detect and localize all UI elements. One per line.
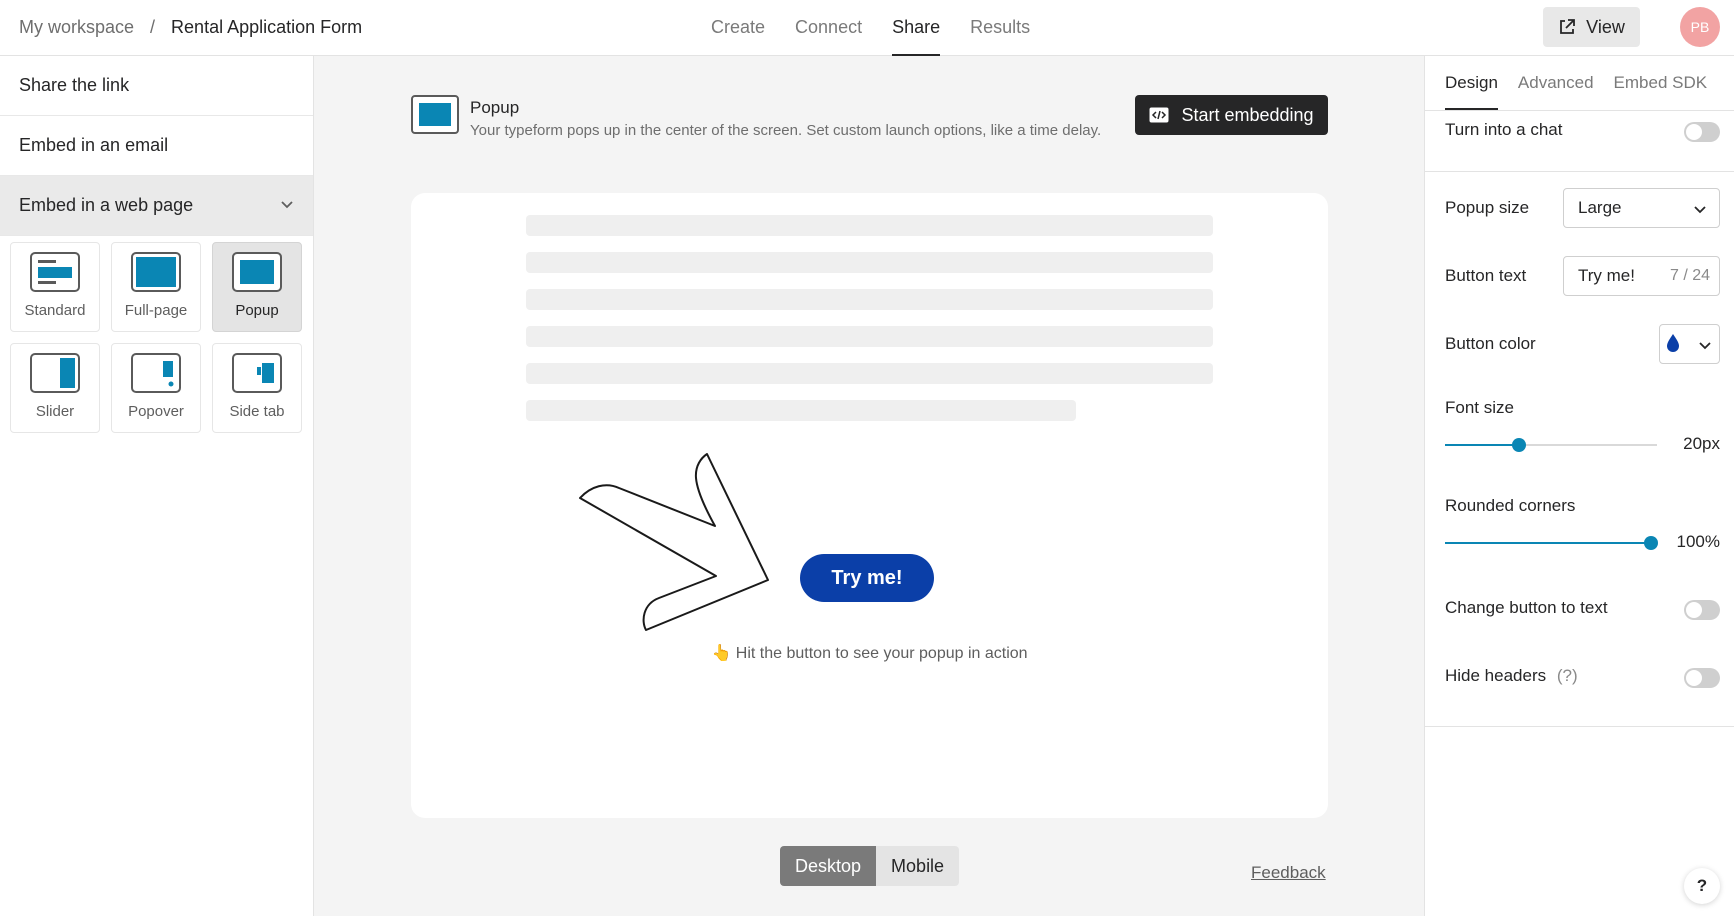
turn-into-chat-toggle[interactable] (1684, 122, 1720, 142)
nav-results[interactable]: Results (970, 0, 1030, 56)
mode-standard[interactable]: Standard (10, 242, 100, 332)
button-color-label: Button color (1445, 334, 1536, 353)
placeholder-line (526, 252, 1213, 273)
tab-advanced[interactable]: Advanced (1518, 56, 1594, 110)
sidebar-item-share-link[interactable]: Share the link (0, 56, 313, 116)
start-embedding-button[interactable]: Start embedding (1135, 95, 1328, 135)
button-text-value: Try me! (1578, 266, 1635, 285)
rounded-corners-label: Rounded corners (1445, 496, 1576, 515)
divider (1425, 726, 1734, 727)
device-toggle: Desktop Mobile (780, 846, 960, 886)
placeholder-line (526, 326, 1213, 347)
popup-size-label: Popup size (1445, 198, 1530, 217)
hide-headers-hint[interactable]: (?) (1557, 666, 1578, 685)
embed-mode-grid: Standard Full-page Popup Slider Popover … (0, 236, 313, 439)
popup-size-select[interactable]: Large (1563, 188, 1720, 228)
main-nav: Create Connect Share Results (711, 0, 1030, 56)
mode-label: Standard (24, 302, 86, 319)
mode-side-tab[interactable]: Side tab (212, 343, 302, 433)
mode-label: Side tab (229, 403, 285, 420)
external-link-icon (1560, 19, 1576, 34)
arrow-illustration-icon (579, 453, 769, 631)
standard-embed-icon (30, 252, 80, 292)
chevron-down-icon (1694, 206, 1706, 214)
turn-into-chat-label: Turn into a chat (1445, 120, 1563, 139)
settings-panel: Design Advanced Embed SDK Turn into a ch… (1424, 56, 1734, 916)
mode-slider[interactable]: Slider (10, 343, 100, 433)
feedback-link[interactable]: Feedback (1251, 863, 1326, 883)
hide-headers-text: Hide headers (1445, 666, 1547, 685)
placeholder-line (526, 400, 1076, 421)
slider-thumb[interactable] (1512, 438, 1526, 452)
change-button-toggle[interactable] (1684, 600, 1720, 620)
code-icon (1149, 107, 1169, 123)
change-button-label: Change button to text (1445, 598, 1608, 617)
avatar[interactable]: PB (1680, 7, 1720, 47)
device-mobile-button[interactable]: Mobile (876, 846, 960, 886)
preview-area: Popup Your typeform pops up in the cente… (314, 56, 1424, 916)
breadcrumb-separator: / (150, 17, 156, 37)
nav-share[interactable]: Share (892, 0, 941, 56)
view-button[interactable]: View (1543, 7, 1640, 47)
sidebar-item-label: Embed in a web page (19, 195, 194, 215)
popover-embed-icon (131, 353, 181, 393)
color-drop-icon (1667, 334, 1679, 352)
top-bar: My workspace / Rental Application Form C… (0, 0, 1734, 56)
hide-headers-toggle[interactable] (1684, 668, 1720, 688)
hide-headers-label: Hide headers (?) (1445, 666, 1578, 686)
font-size-slider[interactable] (1445, 438, 1657, 452)
embed-type-title: Popup (470, 98, 520, 117)
button-color-picker[interactable] (1659, 324, 1720, 364)
slider-fill (1445, 444, 1519, 446)
mode-label: Popup (235, 302, 279, 319)
breadcrumb: My workspace / Rental Application Form (19, 17, 362, 38)
preview-hint: 👆 Hit the button to see your popup in ac… (711, 645, 1028, 662)
placeholder-line (526, 363, 1213, 384)
placeholder-line (526, 289, 1213, 310)
device-desktop-button[interactable]: Desktop (780, 846, 877, 886)
mode-label: Full-page (124, 302, 188, 319)
mode-label: Popover (128, 403, 184, 420)
slider-thumb[interactable] (1644, 536, 1658, 550)
rounded-corners-slider[interactable] (1445, 536, 1658, 550)
sidebar-item-embed-web[interactable]: Embed in a web page (0, 176, 313, 236)
button-text-counter: 7 / 24 (1669, 267, 1710, 284)
chevron-down-icon (1699, 342, 1711, 350)
popup-embed-icon (232, 252, 282, 292)
nav-connect[interactable]: Connect (795, 0, 862, 56)
rounded-corners-value: 100% (1676, 532, 1720, 551)
try-me-button[interactable]: Try me! (800, 554, 934, 602)
view-label: View (1586, 16, 1625, 37)
tab-embed-sdk[interactable]: Embed SDK (1614, 56, 1708, 110)
popup-icon (411, 95, 459, 134)
start-embedding-label: Start embedding (1181, 104, 1314, 125)
mode-popover[interactable]: Popover (111, 343, 201, 433)
mode-popup[interactable]: Popup (212, 242, 302, 332)
placeholder-line (526, 215, 1213, 236)
mode-label: Slider (35, 403, 75, 420)
slider-embed-icon (30, 353, 80, 393)
chevron-down-icon (281, 201, 293, 209)
preview-canvas: Try me! 👆 Hit the button to see your pop… (411, 193, 1328, 818)
button-text-input[interactable]: Try me! 7 / 24 (1563, 256, 1720, 296)
side-tab-embed-icon (232, 353, 282, 393)
full-page-embed-icon (131, 252, 181, 292)
divider (1425, 171, 1734, 172)
mode-full-page[interactable]: Full-page (111, 242, 201, 332)
breadcrumb-workspace[interactable]: My workspace (19, 17, 134, 38)
sidebar-item-embed-email[interactable]: Embed in an email (0, 116, 313, 176)
button-text-label: Button text (1445, 266, 1527, 285)
nav-create[interactable]: Create (711, 0, 765, 56)
tab-design[interactable]: Design (1445, 56, 1498, 110)
help-button[interactable]: ? (1684, 868, 1720, 904)
breadcrumb-form-name[interactable]: Rental Application Form (171, 17, 362, 38)
embed-type-description: Your typeform pops up in the center of t… (470, 122, 1102, 139)
popup-size-value: Large (1578, 198, 1622, 217)
font-size-label: Font size (1445, 398, 1514, 417)
divider (1425, 110, 1734, 111)
left-sidebar: Share the link Embed in an email Embed i… (0, 56, 314, 916)
font-size-value: 20px (1683, 434, 1720, 453)
slider-fill (1445, 542, 1651, 544)
settings-tabs: Design Advanced Embed SDK (1445, 56, 1707, 110)
